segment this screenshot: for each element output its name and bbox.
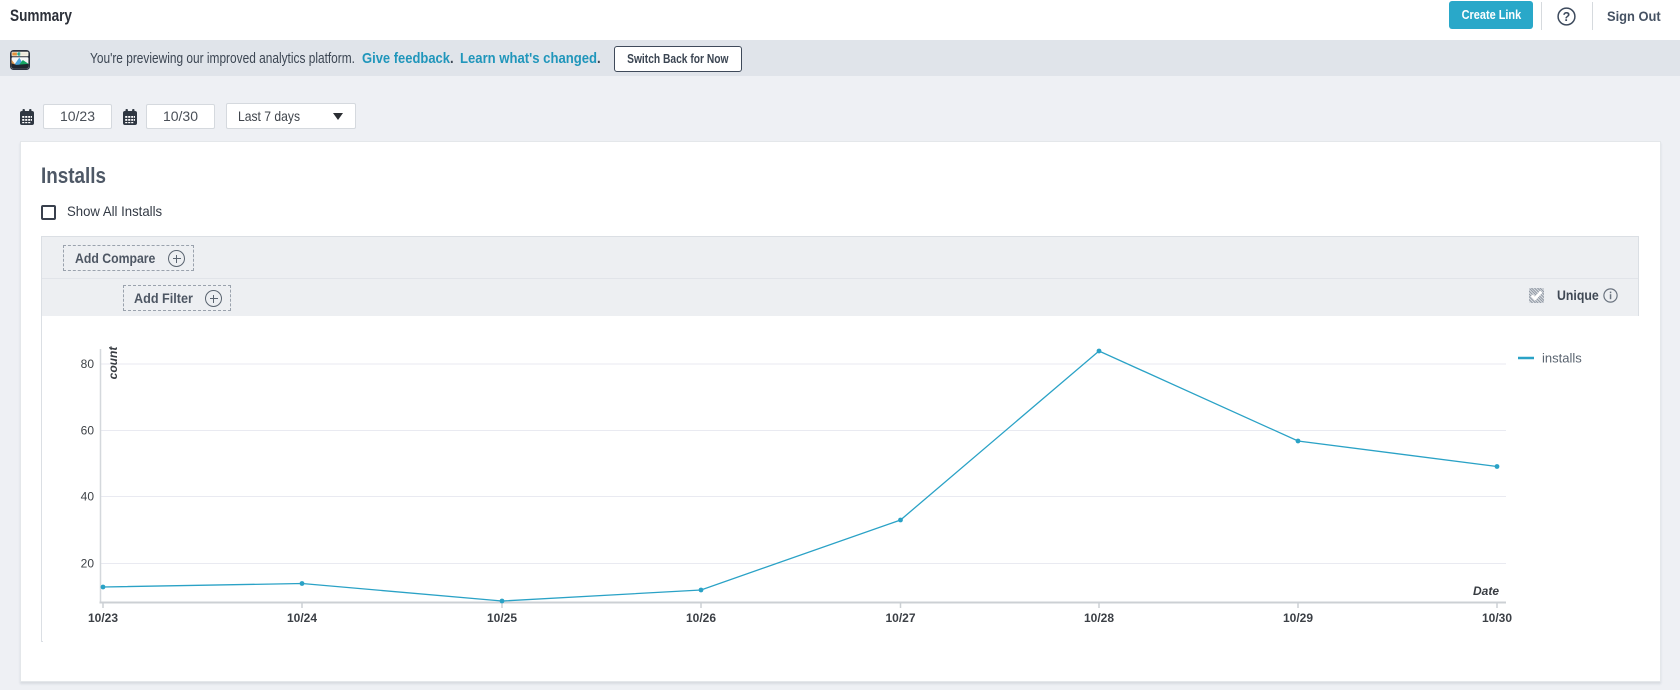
svg-text:10/26: 10/26: [686, 611, 716, 625]
svg-text:80: 80: [81, 357, 95, 371]
svg-text:installs: installs: [1542, 351, 1582, 366]
svg-text:?: ?: [1563, 10, 1571, 24]
svg-text:10/25: 10/25: [487, 611, 517, 625]
svg-text:Date: Date: [1473, 584, 1499, 598]
svg-text:60: 60: [81, 424, 95, 438]
svg-text:40: 40: [81, 490, 95, 504]
svg-text:10/23: 10/23: [88, 611, 118, 625]
svg-text:10/30: 10/30: [1482, 611, 1512, 625]
svg-text:10/24: 10/24: [287, 611, 317, 625]
svg-text:10/27: 10/27: [885, 611, 915, 625]
svg-text:10/29: 10/29: [1283, 611, 1313, 625]
svg-text:10/28: 10/28: [1084, 611, 1114, 625]
svg-text:count: count: [106, 346, 120, 380]
svg-text:20: 20: [81, 557, 95, 571]
